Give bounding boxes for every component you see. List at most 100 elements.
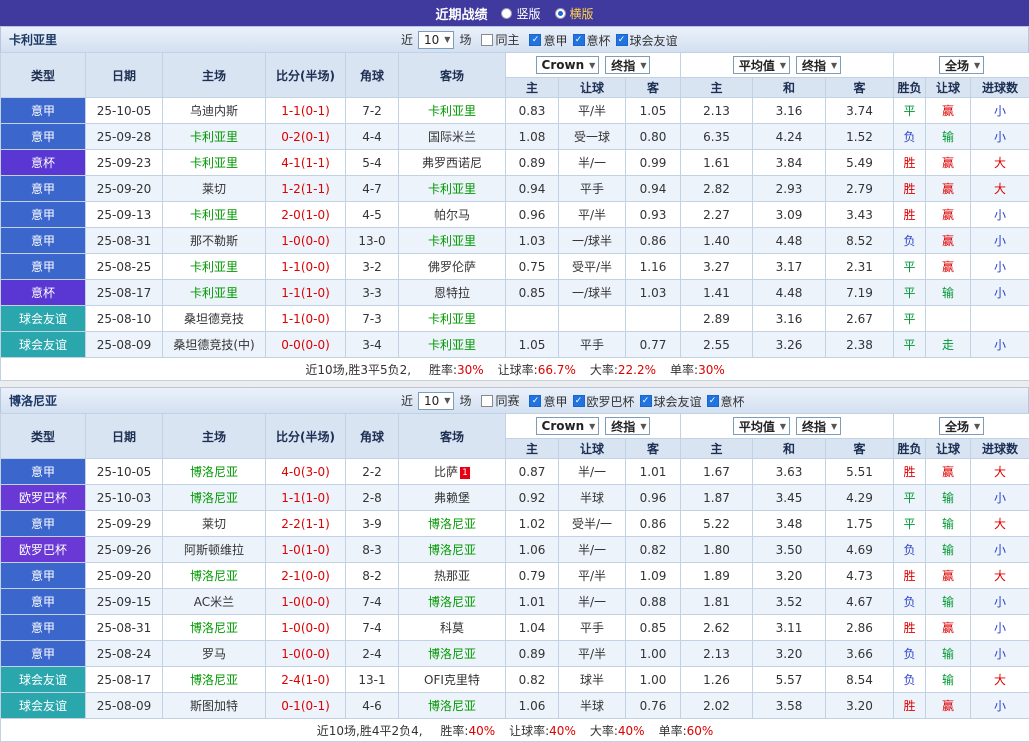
away-team[interactable]: 卡利亚里 — [399, 228, 506, 254]
bookmaker-select[interactable]: Crown▼ — [536, 417, 600, 435]
euro-odds-stage-select[interactable]: 终指▼ — [796, 56, 841, 74]
col-date: 日期 — [86, 414, 163, 459]
away-team[interactable]: 弗罗西诺尼 — [399, 150, 506, 176]
away-team[interactable]: 帕尔马 — [399, 202, 506, 228]
euro-home-odds: 1.87 — [681, 485, 753, 511]
home-team[interactable]: 卡利亚里 — [163, 202, 266, 228]
league-filter-checkbox[interactable]: ✓球会友谊 — [616, 32, 678, 49]
home-team[interactable]: 博洛尼亚 — [163, 563, 266, 589]
corners-cell: 4-7 — [346, 176, 399, 202]
match-row: 意甲25-09-15AC米兰1-0(0-0)7-4博洛尼亚1.01半/一0.88… — [1, 589, 1029, 615]
layout-radio-horizontal[interactable]: 横版 — [555, 5, 594, 22]
home-team[interactable]: 桑坦德竞技 — [163, 306, 266, 332]
bookmaker-select[interactable]: Crown▼ — [536, 56, 600, 74]
away-team[interactable]: 卡利亚里 — [399, 306, 506, 332]
league-filter-checkbox[interactable]: ✓球会友谊 — [640, 393, 702, 410]
away-team[interactable]: 弗赖堡 — [399, 485, 506, 511]
asian-away-odds: 0.88 — [626, 589, 681, 615]
away-team[interactable]: 博洛尼亚 — [399, 693, 506, 719]
asian-away-odds: 1.03 — [626, 280, 681, 306]
goals-result: 大 — [971, 563, 1029, 589]
match-count-select[interactable]: 10▼ — [418, 392, 454, 410]
home-team[interactable]: 卡利亚里 — [163, 280, 266, 306]
home-team[interactable]: 那不勒斯 — [163, 228, 266, 254]
league-filter-checkbox[interactable]: ✓意甲 — [529, 393, 567, 410]
match-date: 25-10-03 — [86, 485, 163, 511]
asian-away-odds: 1.09 — [626, 563, 681, 589]
euro-home-odds: 2.62 — [681, 615, 753, 641]
away-team[interactable]: 博洛尼亚 — [399, 537, 506, 563]
league-badge: 球会友谊 — [1, 306, 86, 332]
away-team[interactable]: 热那亚 — [399, 563, 506, 589]
euro-odds-source-select[interactable]: 平均值▼ — [733, 417, 790, 435]
score-cell: 1-1(0-0) — [266, 306, 346, 332]
asian-odds-stage-select[interactable]: 终指▼ — [605, 56, 650, 74]
home-team[interactable]: 莱切 — [163, 176, 266, 202]
away-team[interactable]: 博洛尼亚 — [399, 589, 506, 615]
away-team[interactable]: 博洛尼亚 — [399, 641, 506, 667]
home-team[interactable]: 博洛尼亚 — [163, 615, 266, 641]
home-team[interactable]: 莱切 — [163, 511, 266, 537]
home-team[interactable]: 博洛尼亚 — [163, 485, 266, 511]
col-cover: 让球 — [926, 439, 971, 459]
home-team[interactable]: 博洛尼亚 — [163, 667, 266, 693]
same-venue-checkbox[interactable]: 同主 — [481, 31, 519, 48]
same-venue-checkbox[interactable]: 同赛 — [481, 392, 519, 409]
match-date: 25-08-09 — [86, 332, 163, 358]
home-team[interactable]: 卡利亚里 — [163, 254, 266, 280]
away-team[interactable]: 卡利亚里 — [399, 332, 506, 358]
score-cell: 1-0(0-0) — [266, 641, 346, 667]
away-team[interactable]: 卡利亚里 — [399, 176, 506, 202]
match-row: 欧罗巴杯25-09-26阿斯顿维拉1-0(1-0)8-3博洛尼亚1.06半/一0… — [1, 537, 1029, 563]
win-draw-loss: 平 — [894, 98, 926, 124]
col-home: 主场 — [163, 53, 266, 98]
home-team[interactable]: 桑坦德竞技(中) — [163, 332, 266, 358]
league-filter-checkbox[interactable]: ✓意杯 — [707, 393, 745, 410]
league-filter-checkbox[interactable]: ✓意甲 — [529, 32, 567, 49]
home-team[interactable]: 阿斯顿维拉 — [163, 537, 266, 563]
home-team[interactable]: 博洛尼亚 — [163, 459, 266, 485]
league-filter-checkbox[interactable]: ✓意杯 — [573, 32, 611, 49]
match-count-select[interactable]: 10▼ — [418, 31, 454, 49]
euro-odds-stage-select[interactable]: 终指▼ — [796, 417, 841, 435]
league-filters: ✓意甲 ✓欧罗巴杯 ✓球会友谊 ✓意杯 — [524, 392, 744, 410]
away-team[interactable]: 佛罗伦萨 — [399, 254, 506, 280]
away-team[interactable]: 恩特拉 — [399, 280, 506, 306]
goals-result: 小 — [971, 641, 1029, 667]
scope-select[interactable]: 全场▼ — [939, 417, 984, 435]
asian-handicap-line: 平/半 — [559, 202, 626, 228]
away-team[interactable]: 博洛尼亚 — [399, 511, 506, 537]
match-date: 25-08-17 — [86, 280, 163, 306]
away-team[interactable]: OFI克里特 — [399, 667, 506, 693]
games-label: 场 — [459, 392, 471, 409]
col-date: 日期 — [86, 53, 163, 98]
home-team[interactable]: 乌迪内斯 — [163, 98, 266, 124]
euro-away-odds: 4.73 — [826, 563, 894, 589]
goals-result: 小 — [971, 693, 1029, 719]
away-team[interactable]: 卡利亚里 — [399, 98, 506, 124]
away-team[interactable]: 科莫 — [399, 615, 506, 641]
score-cell: 1-1(1-0) — [266, 280, 346, 306]
league-filter-checkbox[interactable]: ✓欧罗巴杯 — [573, 393, 635, 410]
home-team[interactable]: 斯图加特 — [163, 693, 266, 719]
win-draw-loss: 胜 — [894, 693, 926, 719]
euro-home-odds: 1.81 — [681, 589, 753, 615]
layout-radio-vertical[interactable]: 竖版 — [501, 5, 540, 22]
away-team[interactable]: 国际米兰 — [399, 124, 506, 150]
home-team[interactable]: AC米兰 — [163, 589, 266, 615]
euro-odds-source-select[interactable]: 平均值▼ — [733, 56, 790, 74]
away-team[interactable]: 比萨1 — [399, 459, 506, 485]
asian-odds-stage-select[interactable]: 终指▼ — [605, 417, 650, 435]
col-asian-line: 让球 — [559, 439, 626, 459]
col-asian-away: 客 — [626, 78, 681, 98]
home-team[interactable]: 卡利亚里 — [163, 124, 266, 150]
home-team[interactable]: 罗马 — [163, 641, 266, 667]
scope-select[interactable]: 全场▼ — [939, 56, 984, 74]
league-filters: ✓意甲 ✓意杯 ✓球会友谊 — [524, 31, 677, 49]
home-team[interactable]: 卡利亚里 — [163, 150, 266, 176]
results-table: 类型 日期 主场 比分(半场) 角球 客场 Crown▼ 终指▼ 平均值 — [0, 52, 1029, 381]
asian-home-odds: 1.04 — [506, 615, 559, 641]
section-header: 博洛尼亚 近 10▼ 场 同赛 ✓意甲✓欧罗巴杯✓球会友谊✓意杯 — [0, 387, 1029, 413]
col-away: 客场 — [399, 414, 506, 459]
win-draw-loss: 负 — [894, 641, 926, 667]
